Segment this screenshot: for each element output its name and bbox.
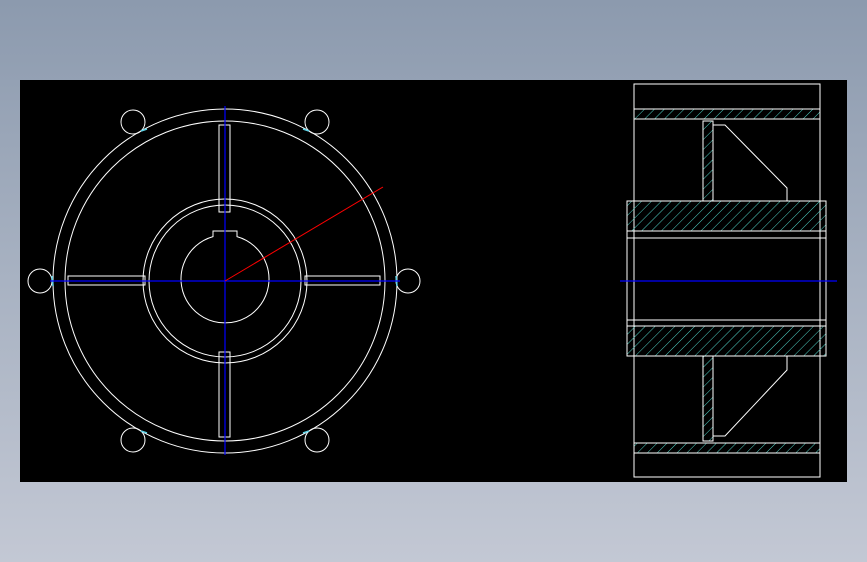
web-bottom-hatch xyxy=(702,355,714,442)
top-rim-hatch xyxy=(633,108,821,120)
front-view xyxy=(27,106,421,455)
rib-taper-bottom xyxy=(713,355,788,437)
bottom-rim-hatch xyxy=(633,442,821,454)
cad-drawing-svg xyxy=(27,83,837,478)
leader-line xyxy=(224,186,384,282)
section-view xyxy=(620,83,837,478)
cad-drawing-canvas[interactable] xyxy=(20,80,847,482)
web-top-hatch xyxy=(702,120,714,202)
hub-top-hatch xyxy=(626,200,827,232)
lug-circle-left xyxy=(27,268,53,294)
rib-taper-top xyxy=(713,124,788,202)
hub-bottom-hatch xyxy=(626,325,827,357)
